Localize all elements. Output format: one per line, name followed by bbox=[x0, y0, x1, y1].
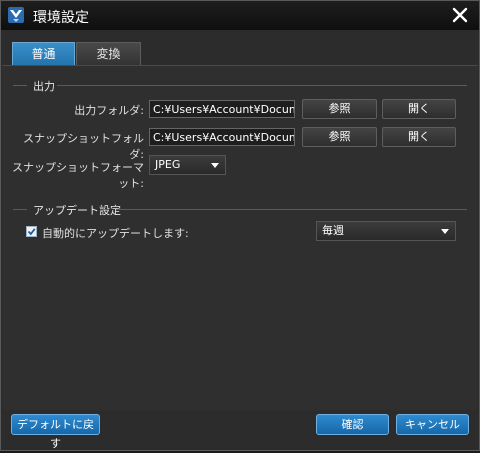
output-folder-label: 出力フォルダ: bbox=[74, 104, 144, 117]
reset-defaults-button[interactable]: デフォルトに戻す bbox=[11, 414, 100, 450]
section-divider bbox=[13, 85, 27, 86]
section-divider bbox=[57, 85, 467, 86]
snapshot-format-select[interactable]: JPEG bbox=[149, 155, 226, 175]
window-title: 環境設定 bbox=[33, 10, 89, 26]
chevron-down-icon bbox=[441, 229, 449, 234]
snapshot-format-label: スナップショットフォーマット: bbox=[12, 161, 144, 190]
preferences-window: 環境設定 普通 変換 出力 出力フォルダ: C:¥Users¥Account¥D… bbox=[0, 0, 480, 451]
chevron-down-icon bbox=[211, 163, 219, 168]
tab-convert[interactable]: 変換 bbox=[76, 42, 141, 65]
section-divider bbox=[116, 209, 467, 210]
snapshot-open-button[interactable]: 開く bbox=[382, 127, 456, 147]
auto-update-checkbox[interactable] bbox=[26, 226, 37, 237]
tab-general[interactable]: 普通 bbox=[12, 42, 75, 65]
output-folder-field[interactable]: C:¥Users¥Account¥Docume bbox=[149, 100, 295, 118]
cancel-button[interactable]: キャンセル bbox=[396, 414, 469, 435]
update-section-title: アップデート設定 bbox=[33, 204, 121, 217]
general-panel: 出力 出力フォルダ: C:¥Users¥Account¥Docume 参照 開く… bbox=[2, 65, 478, 410]
title-bar: 環境設定 bbox=[1, 1, 479, 30]
snapshot-folder-field[interactable]: C:¥Users¥Account¥Docume bbox=[149, 128, 295, 146]
output-browse-button[interactable]: 参照 bbox=[302, 99, 377, 119]
auto-update-label: 自動的にアップデートします: bbox=[42, 227, 189, 240]
snapshot-folder-label: スナップショットフォルダ: bbox=[23, 132, 144, 161]
section-divider bbox=[13, 209, 27, 210]
snapshot-format-value: JPEG bbox=[155, 158, 181, 171]
snapshot-browse-button[interactable]: 参照 bbox=[302, 127, 377, 147]
ok-button[interactable]: 確認 bbox=[316, 414, 389, 435]
update-frequency-select[interactable]: 毎週 bbox=[316, 221, 456, 241]
bird-logo-icon bbox=[8, 7, 24, 23]
update-frequency-value: 毎週 bbox=[322, 224, 344, 237]
output-section-title: 出力 bbox=[33, 80, 55, 93]
output-open-button[interactable]: 開く bbox=[382, 99, 456, 119]
close-icon[interactable] bbox=[452, 7, 468, 23]
checkmark-icon bbox=[27, 228, 36, 236]
